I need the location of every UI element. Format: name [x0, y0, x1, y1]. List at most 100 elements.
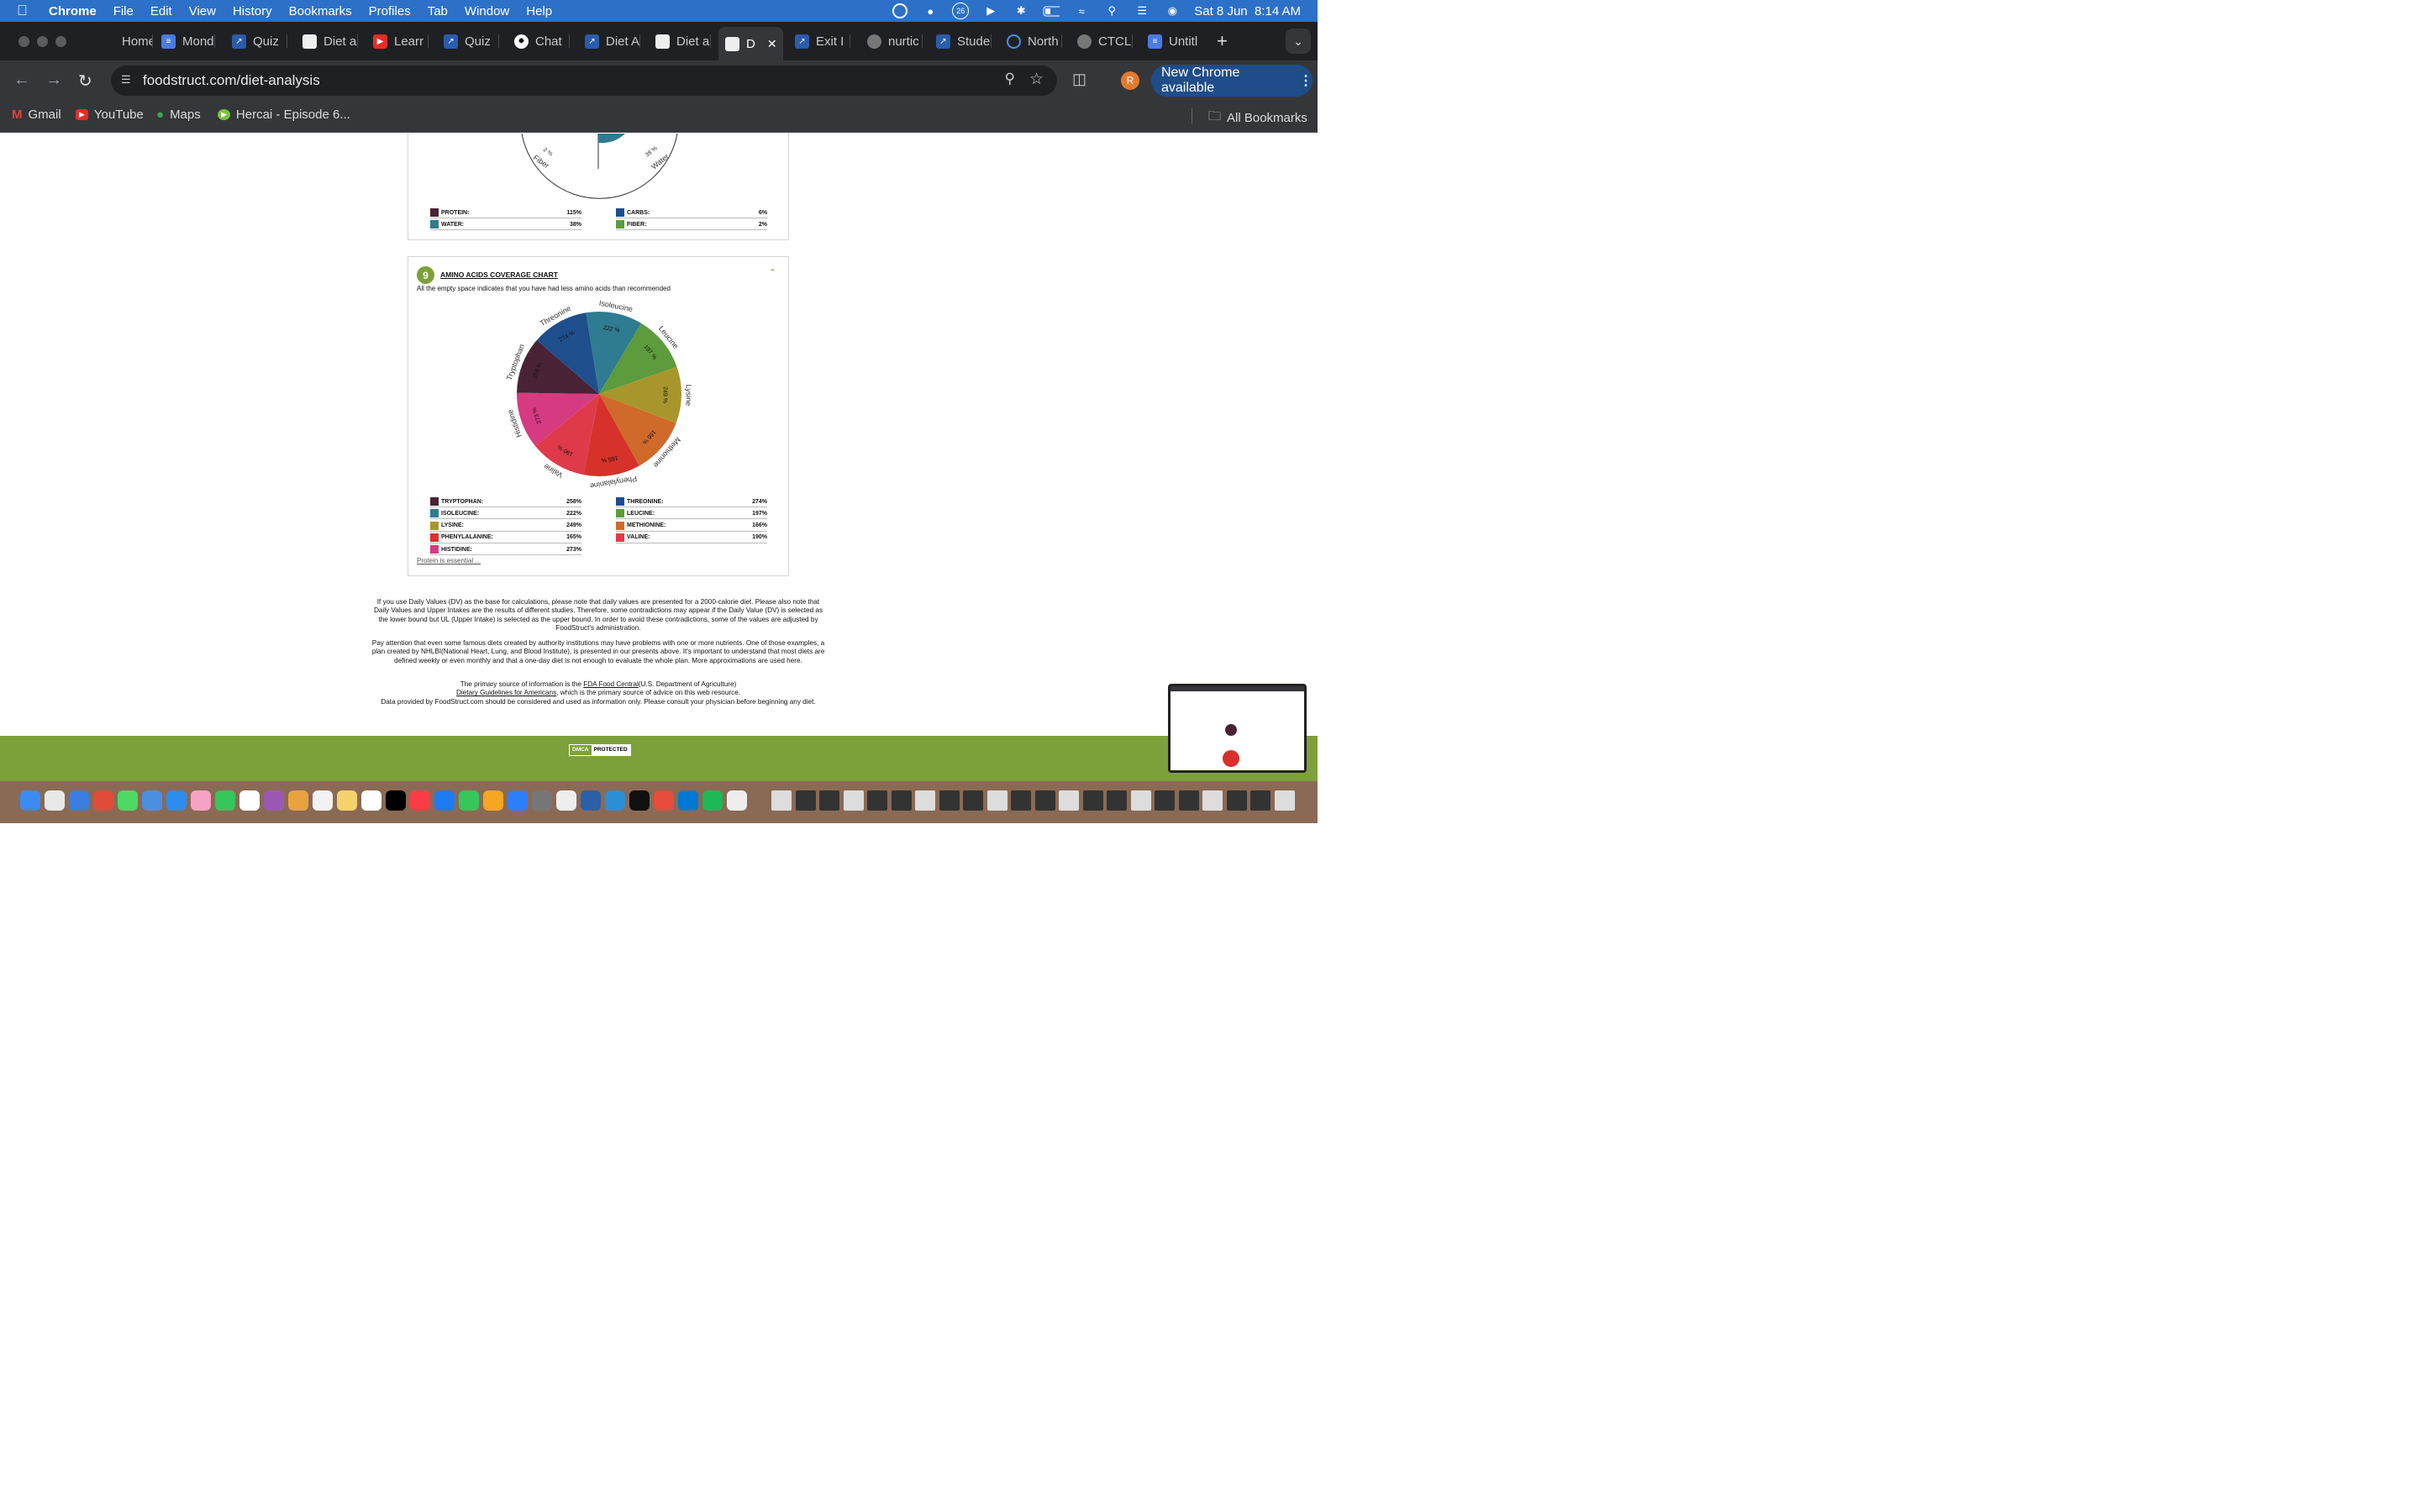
- dock-app-icon[interactable]: [629, 790, 650, 811]
- dock-app-icon[interactable]: [678, 790, 698, 811]
- dock-window-thumbnail-icon[interactable]: [867, 790, 887, 811]
- menu-view[interactable]: View: [189, 4, 216, 18]
- bookmark-maps[interactable]: ● Maps: [156, 108, 201, 122]
- back-icon[interactable]: ←: [13, 71, 30, 90]
- bookmark-hercai[interactable]: ▶ Hercai - Episode 6...: [218, 108, 350, 122]
- dock-window-thumbnail-icon[interactable]: [1155, 790, 1175, 811]
- menu-tab[interactable]: Tab: [428, 4, 448, 18]
- dock-window-thumbnail-icon[interactable]: [1011, 790, 1031, 811]
- menu-file[interactable]: File: [113, 4, 134, 18]
- dock-window-thumbnail-icon[interactable]: [1107, 790, 1127, 811]
- menu-window[interactable]: Window: [465, 4, 509, 18]
- dock-app-icon[interactable]: [702, 790, 723, 811]
- dock-app-icon[interactable]: [191, 790, 211, 811]
- tab-quiz[interactable]: ↗ Quiz: [232, 29, 287, 54]
- reload-icon[interactable]: ↻: [78, 71, 92, 92]
- close-window-button[interactable]: [18, 36, 29, 47]
- dock-window-thumbnail-icon[interactable]: [915, 790, 935, 811]
- tab-search-icon[interactable]: ⌄: [1286, 29, 1311, 54]
- site-settings-icon[interactable]: ☰: [121, 73, 131, 87]
- zoom-icon[interactable]: ⚲: [1005, 71, 1015, 87]
- menu-help[interactable]: Help: [526, 4, 552, 18]
- bookmark-star-icon[interactable]: ☆: [1029, 70, 1044, 89]
- tab-diet-3[interactable]: Diet a: [655, 29, 711, 54]
- menu-bookmarks[interactable]: Bookmarks: [289, 4, 352, 18]
- tab-untitled[interactable]: ≡ Untitl: [1148, 29, 1203, 54]
- tab-diet-2[interactable]: ↗ Diet A: [585, 29, 640, 54]
- dock-app-icon[interactable]: [215, 790, 235, 811]
- dock-app-icon[interactable]: [69, 790, 89, 811]
- fda-link[interactable]: FDA Food Central: [583, 680, 639, 688]
- dock-window-thumbnail-icon[interactable]: [1130, 790, 1151, 811]
- menu-history[interactable]: History: [233, 4, 272, 18]
- tab-youtube[interactable]: ▶ Learr: [373, 29, 429, 54]
- collapse-chevron-icon[interactable]: ⌃: [769, 267, 776, 278]
- dock-app-icon[interactable]: [410, 790, 430, 811]
- tab-diet[interactable]: Diet a: [302, 29, 358, 54]
- bookmark-gmail[interactable]: M Gmail: [12, 108, 61, 122]
- extensions-icon[interactable]: ◫: [1072, 71, 1086, 88]
- dock-app-icon[interactable]: [556, 790, 576, 811]
- dock-window-thumbnail-icon[interactable]: [1226, 790, 1247, 811]
- url-text[interactable]: foodstruct.com/diet-analysis: [143, 72, 320, 89]
- dock-app-icon[interactable]: [239, 790, 260, 811]
- dock-app-icon[interactable]: [142, 790, 162, 811]
- menu-app-name[interactable]: Chrome: [49, 4, 97, 18]
- dock-app-icon[interactable]: [313, 790, 333, 811]
- dock-app-icon[interactable]: [386, 790, 406, 811]
- tab-active[interactable]: D ✕: [718, 27, 783, 60]
- dock-app-icon[interactable]: [459, 790, 479, 811]
- profile-avatar[interactable]: R: [1121, 71, 1139, 90]
- update-chrome-button[interactable]: New Chrome available ⋮: [1151, 65, 1313, 97]
- dock-app-icon[interactable]: [93, 790, 113, 811]
- dock-app-icon[interactable]: [483, 790, 503, 811]
- siri-icon[interactable]: ◉: [1164, 4, 1181, 18]
- dmca-badge[interactable]: DMCA PROTECTED: [569, 744, 631, 756]
- tab-student[interactable]: ↗ Stude: [936, 29, 992, 54]
- dock-app-icon[interactable]: [727, 790, 747, 811]
- tab-north[interactable]: North: [1007, 29, 1062, 54]
- forward-icon[interactable]: →: [45, 71, 62, 90]
- dock-window-thumbnail-icon[interactable]: [1274, 790, 1295, 811]
- zoom-window-button[interactable]: [55, 36, 66, 47]
- dock-app-icon[interactable]: [508, 790, 528, 811]
- dock-window-thumbnail-icon[interactable]: [1059, 790, 1079, 811]
- dock-window-thumbnail-icon[interactable]: [771, 790, 792, 811]
- control-center-icon[interactable]: ☰: [1134, 4, 1150, 18]
- clock[interactable]: Sat 8 Jun 8:14 AM: [1194, 4, 1301, 18]
- play-icon[interactable]: ▶: [982, 4, 999, 18]
- dock-app-icon[interactable]: [20, 790, 40, 811]
- bluetooth-icon[interactable]: ✱: [1013, 4, 1029, 18]
- dock-app-icon[interactable]: [166, 790, 187, 811]
- tab-ctcl[interactable]: CTCL: [1077, 29, 1133, 54]
- dock-app-icon[interactable]: [118, 790, 138, 811]
- close-tab-icon[interactable]: ✕: [767, 37, 777, 51]
- dock-app-icon[interactable]: [45, 790, 65, 811]
- menu-edit[interactable]: Edit: [150, 4, 172, 18]
- assistant-icon[interactable]: ●: [922, 4, 939, 18]
- minimize-window-button[interactable]: [37, 36, 48, 47]
- dock-app-icon[interactable]: [337, 790, 357, 811]
- dock-window-thumbnail-icon[interactable]: [1250, 790, 1270, 811]
- dock-window-thumbnail-icon[interactable]: [986, 790, 1007, 811]
- battery-icon[interactable]: [1043, 4, 1060, 18]
- dock-window-thumbnail-icon[interactable]: [843, 790, 864, 811]
- tab-home[interactable]: Home: [101, 29, 153, 54]
- all-bookmarks-button[interactable]: 🗀 All Bookmarks: [1208, 108, 1307, 129]
- dock-app-icon[interactable]: [264, 790, 284, 811]
- wifi-icon[interactable]: ≈: [1073, 4, 1090, 18]
- window-preview-thumbnail[interactable]: [1168, 684, 1307, 773]
- dock-app-icon[interactable]: [654, 790, 674, 811]
- notification-badge-icon[interactable]: 26: [952, 3, 970, 19]
- dock-window-thumbnail-icon[interactable]: [1178, 790, 1199, 811]
- dock-window-thumbnail-icon[interactable]: [1082, 790, 1103, 811]
- grammarly-icon[interactable]: [892, 3, 908, 18]
- tab-docs[interactable]: ≡ Mond: [161, 29, 215, 54]
- dock-app-icon[interactable]: [532, 790, 552, 811]
- address-bar[interactable]: ☰ foodstruct.com/diet-analysis ⚲ ☆: [111, 66, 1057, 96]
- dock-app-icon[interactable]: [288, 790, 308, 811]
- new-tab-icon[interactable]: +: [1217, 30, 1228, 52]
- dock-window-thumbnail-icon[interactable]: [891, 790, 912, 811]
- protein-essential-link[interactable]: Protein is essential ...: [417, 557, 481, 564]
- apple-icon[interactable]: : [17, 3, 35, 19]
